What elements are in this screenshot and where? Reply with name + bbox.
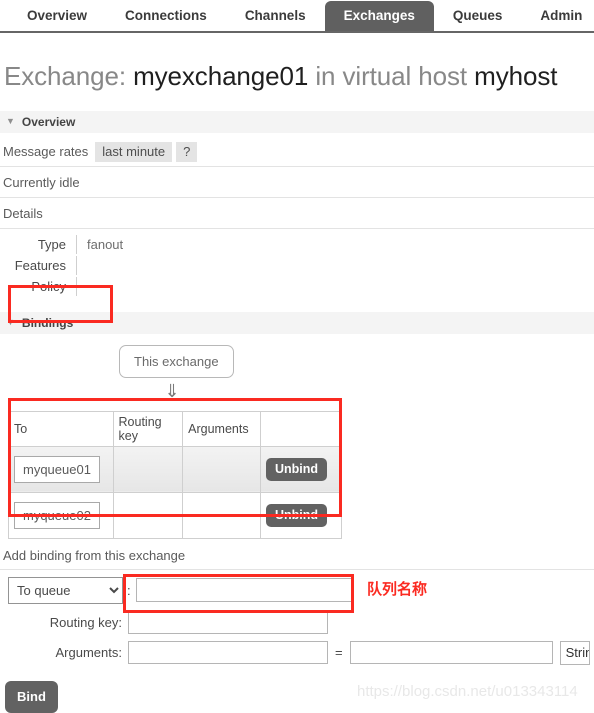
bindings-section-header[interactable]: ▼ Bindings	[0, 311, 594, 334]
destination-colon: :	[127, 582, 131, 598]
message-rates-label: Message rates	[3, 144, 89, 160]
argument-value-input[interactable]	[349, 641, 553, 665]
routing-key-input[interactable]	[128, 610, 328, 634]
routing-key-label: Routing key:	[49, 614, 122, 630]
detail-key-features: Features	[14, 257, 66, 273]
detail-value-features	[76, 255, 594, 275]
queue-link-myqueue01[interactable]: myqueue01	[14, 455, 100, 483]
currently-idle-text: Currently idle	[0, 167, 594, 198]
page-title-prefix: Exchange:	[4, 61, 126, 92]
detail-key-policy: Policy	[31, 278, 66, 294]
cell-action: Unbind	[259, 445, 343, 493]
arguments-label: Arguments:	[55, 645, 122, 661]
nav-tab-admin[interactable]: Admin	[521, 1, 594, 31]
down-arrow-icon: ⇓	[164, 380, 180, 401]
nav-tab-list: Overview Connections Channels Exchanges …	[0, 0, 594, 31]
watermark-text: https://blog.csdn.net/u013343114	[357, 683, 578, 700]
overview-section-header[interactable]: ▼ Overview	[0, 110, 594, 133]
destination-type-select[interactable]: To queue To exchange	[8, 576, 123, 604]
nav-tab-queues[interactable]: Queues	[434, 1, 522, 31]
nav-tab-connections[interactable]: Connections	[106, 1, 226, 31]
unbind-button[interactable]: Unbind	[265, 457, 328, 481]
rate-period-chip[interactable]: last minute	[95, 141, 173, 162]
routing-key-row: Routing key:	[0, 604, 594, 634]
equals-sign: =	[335, 645, 343, 661]
cell-to: myqueue02	[8, 491, 114, 539]
column-header-routing-key[interactable]: Routing key	[112, 410, 184, 447]
argument-type-select[interactable]: String	[559, 640, 590, 665]
bindings-table-container: To Routing key Arguments myqueue01 Unbin…	[0, 401, 594, 539]
annotation-label-queue-name: 队列名称	[367, 580, 428, 598]
queue-link-myqueue02[interactable]: myqueue02	[14, 501, 100, 529]
argument-key-input[interactable]	[128, 641, 328, 665]
add-binding-title: Add binding from this exchange	[0, 548, 594, 570]
table-row: myqueue01 Unbind	[8, 445, 343, 493]
table-row: myqueue02 Unbind	[8, 491, 343, 539]
this-exchange-node: This exchange	[119, 344, 234, 378]
binding-graph: This exchange	[0, 334, 594, 378]
exchange-details-list: Type fanout Features Policy	[0, 229, 594, 298]
nav-tab-overview[interactable]: Overview	[8, 1, 106, 31]
unbind-button[interactable]: Unbind	[265, 503, 328, 527]
detail-value-policy	[76, 276, 594, 296]
help-icon[interactable]: ?	[176, 141, 198, 162]
bind-button[interactable]: Bind	[5, 680, 58, 713]
column-header-actions	[259, 410, 343, 447]
main-navigation: Overview Connections Channels Exchanges …	[0, 0, 594, 33]
vhost-name: myhost	[474, 61, 558, 92]
table-header-row: To Routing key Arguments	[8, 410, 343, 447]
detail-row: Policy	[0, 276, 594, 298]
detail-key-type: Type	[37, 236, 66, 252]
cell-arguments	[182, 491, 261, 539]
nav-tab-exchanges[interactable]: Exchanges	[324, 1, 434, 31]
bindings-section-label: Bindings	[21, 315, 74, 330]
details-label: Details	[0, 198, 594, 229]
column-header-arguments[interactable]: Arguments	[182, 410, 261, 447]
detail-row: Type fanout	[0, 234, 594, 256]
cell-action: Unbind	[259, 491, 343, 539]
bindings-table: To Routing key Arguments myqueue01 Unbin…	[8, 410, 343, 539]
cell-routing-key	[112, 491, 184, 539]
cell-to: myqueue01	[8, 445, 114, 493]
column-header-to[interactable]: To	[8, 410, 114, 447]
detail-value-type: fanout	[76, 234, 594, 254]
destination-row: To queue To exchange :	[0, 570, 594, 604]
detail-row: Features	[0, 255, 594, 277]
page-title: Exchange: myexchange01 in virtual host m…	[0, 50, 594, 93]
nav-tab-channels[interactable]: Channels	[226, 1, 325, 31]
chevron-down-icon: ▼	[6, 317, 15, 328]
message-rates-row: Message rates last minute ?	[0, 133, 594, 167]
cell-routing-key	[112, 445, 184, 493]
chevron-down-icon: ▼	[6, 116, 15, 127]
overview-section-label: Overview	[21, 114, 76, 129]
exchange-name: myexchange01	[133, 61, 309, 92]
cell-arguments	[182, 445, 261, 493]
page-title-middle: in virtual host	[315, 61, 468, 92]
destination-input[interactable]	[135, 578, 354, 603]
arguments-row: Arguments: = String	[0, 634, 594, 665]
